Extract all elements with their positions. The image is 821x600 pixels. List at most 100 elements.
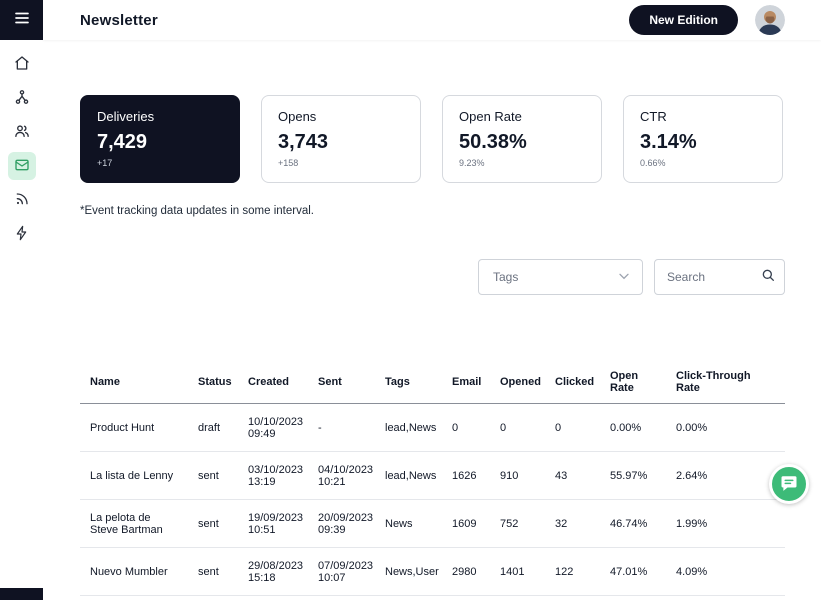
stat-value: 7,429: [97, 131, 148, 153]
sidebar-item-lightning[interactable]: [8, 220, 36, 248]
cell-clicked: 0: [545, 403, 600, 452]
cell-name: Nuevo Mumbler: [80, 547, 188, 596]
stat-card-deliveries[interactable]: Deliveries 7,429 +17: [80, 95, 240, 183]
cell-tags: lead,News: [375, 451, 442, 500]
cell-tags: lead,News: [375, 403, 442, 452]
newsletter-table: Name Status Created Sent Tags Email Open…: [80, 364, 785, 596]
stat-delta: +158: [278, 158, 299, 168]
home-icon: [14, 55, 30, 74]
stat-delta: 9.23%: [459, 158, 485, 168]
table-header-row: Name Status Created Sent Tags Email Open…: [80, 364, 785, 404]
search-icon[interactable]: [760, 267, 776, 288]
col-created: Created: [238, 364, 308, 404]
rss-icon: [14, 191, 30, 210]
cell-open-rate: 0.00%: [600, 403, 666, 452]
stat-value: 50.38%: [459, 131, 527, 153]
filters-row: Tags: [80, 259, 785, 295]
chat-fab-button[interactable]: [769, 464, 809, 504]
stat-card-ctr[interactable]: CTR 3.14% 0.66%: [623, 95, 783, 183]
cell-clicked: 32: [545, 499, 600, 548]
cell-name: La lista de Lenny: [80, 451, 188, 500]
col-email: Email: [442, 364, 490, 404]
cell-sent: 20/09/2023 09:39: [308, 499, 375, 548]
col-clicked: Clicked: [545, 364, 600, 404]
cell-email: 1626: [442, 451, 490, 500]
new-edition-button[interactable]: New Edition: [629, 5, 738, 35]
cell-created: 19/09/2023 10:51: [238, 499, 308, 548]
cell-status: sent: [188, 451, 238, 500]
stat-label: Open Rate: [459, 109, 522, 124]
sidebar-item-email[interactable]: [7, 152, 36, 180]
top-bar: Newsletter New Edition: [43, 0, 821, 40]
cell-ctr: 4.09%: [666, 547, 785, 596]
sidebar-item-rss[interactable]: [8, 186, 36, 214]
stat-card-open-rate[interactable]: Open Rate 50.38% 9.23%: [442, 95, 602, 183]
cell-created: 10/10/2023 09:49: [238, 403, 308, 452]
sidebar-nav: [7, 40, 36, 254]
stat-delta: 0.66%: [640, 158, 666, 168]
tags-select-label: Tags: [493, 270, 519, 284]
col-click-through-rate: Click-Through Rate: [666, 364, 785, 404]
cell-status: draft: [188, 403, 238, 452]
cell-clicked: 122: [545, 547, 600, 596]
search-input[interactable]: [667, 270, 760, 284]
col-sent: Sent: [308, 364, 375, 404]
cell-created: 03/10/2023 13:19: [238, 451, 308, 500]
stat-label: CTR: [640, 109, 667, 124]
cell-name: Product Hunt: [80, 403, 188, 452]
cell-opened: 752: [490, 499, 545, 548]
chat-icon: [780, 474, 798, 495]
email-icon: [14, 157, 30, 176]
menu-button[interactable]: [0, 0, 43, 40]
cell-status: sent: [188, 547, 238, 596]
cell-opened: 910: [490, 451, 545, 500]
stat-card-opens[interactable]: Opens 3,743 +158: [261, 95, 421, 183]
page-title: Newsletter: [80, 11, 158, 29]
col-opened: Opened: [490, 364, 545, 404]
col-tags: Tags: [375, 364, 442, 404]
cell-email: 2980: [442, 547, 490, 596]
col-open-rate: Open Rate: [600, 364, 666, 404]
cell-created: 29/08/2023 15:18: [238, 547, 308, 596]
col-status: Status: [188, 364, 238, 404]
cell-opened: 1401: [490, 547, 545, 596]
tracking-note: *Event tracking data updates in some int…: [80, 205, 314, 217]
table-row[interactable]: La pelota de Steve Bartman sent 19/09/20…: [80, 499, 785, 548]
hierarchy-icon: [14, 89, 30, 108]
stat-value: 3,743: [278, 131, 329, 153]
sidebar-item-hierarchy[interactable]: [8, 84, 36, 112]
avatar-image: [755, 5, 785, 35]
cell-open-rate: 55.97%: [600, 451, 666, 500]
search-box: [654, 259, 785, 295]
table-row[interactable]: La lista de Lenny sent 03/10/2023 13:19 …: [80, 451, 785, 500]
cell-ctr: 2.64%: [666, 451, 785, 500]
cell-status: sent: [188, 499, 238, 548]
table-row[interactable]: Product Hunt draft 10/10/2023 09:49 - le…: [80, 403, 785, 452]
cell-clicked: 43: [545, 451, 600, 500]
sidebar: [0, 0, 43, 600]
stat-label: Opens: [278, 109, 317, 124]
col-name: Name: [80, 364, 188, 404]
hamburger-icon: [13, 9, 31, 32]
stat-delta: +17: [97, 158, 113, 168]
cell-open-rate: 47.01%: [600, 547, 666, 596]
lightning-icon: [14, 225, 30, 244]
cell-sent: 04/10/2023 10:21: [308, 451, 375, 500]
content: Deliveries 7,429 +17 Opens 3,743 +158 Op…: [43, 40, 821, 600]
table-row[interactable]: Nuevo Mumbler sent 29/08/2023 15:18 07/0…: [80, 547, 785, 596]
sidebar-footer: [0, 588, 43, 600]
user-avatar[interactable]: [755, 5, 785, 35]
cell-open-rate: 46.74%: [600, 499, 666, 548]
topbar-right: New Edition: [629, 5, 785, 35]
cell-email: 0: [442, 403, 490, 452]
stat-label: Deliveries: [97, 109, 155, 124]
cell-opened: 0: [490, 403, 545, 452]
stat-cards: Deliveries 7,429 +17 Opens 3,743 +158 Op…: [80, 95, 785, 183]
sidebar-item-home[interactable]: [8, 50, 36, 78]
cell-ctr: 1.99%: [666, 499, 785, 548]
sidebar-item-users[interactable]: [8, 118, 36, 146]
cell-ctr: 0.00%: [666, 403, 785, 452]
tags-select[interactable]: Tags: [478, 259, 643, 295]
chevron-down-icon: [616, 268, 632, 287]
main-area: Newsletter New Edition Deliveries 7,429 …: [43, 0, 821, 600]
